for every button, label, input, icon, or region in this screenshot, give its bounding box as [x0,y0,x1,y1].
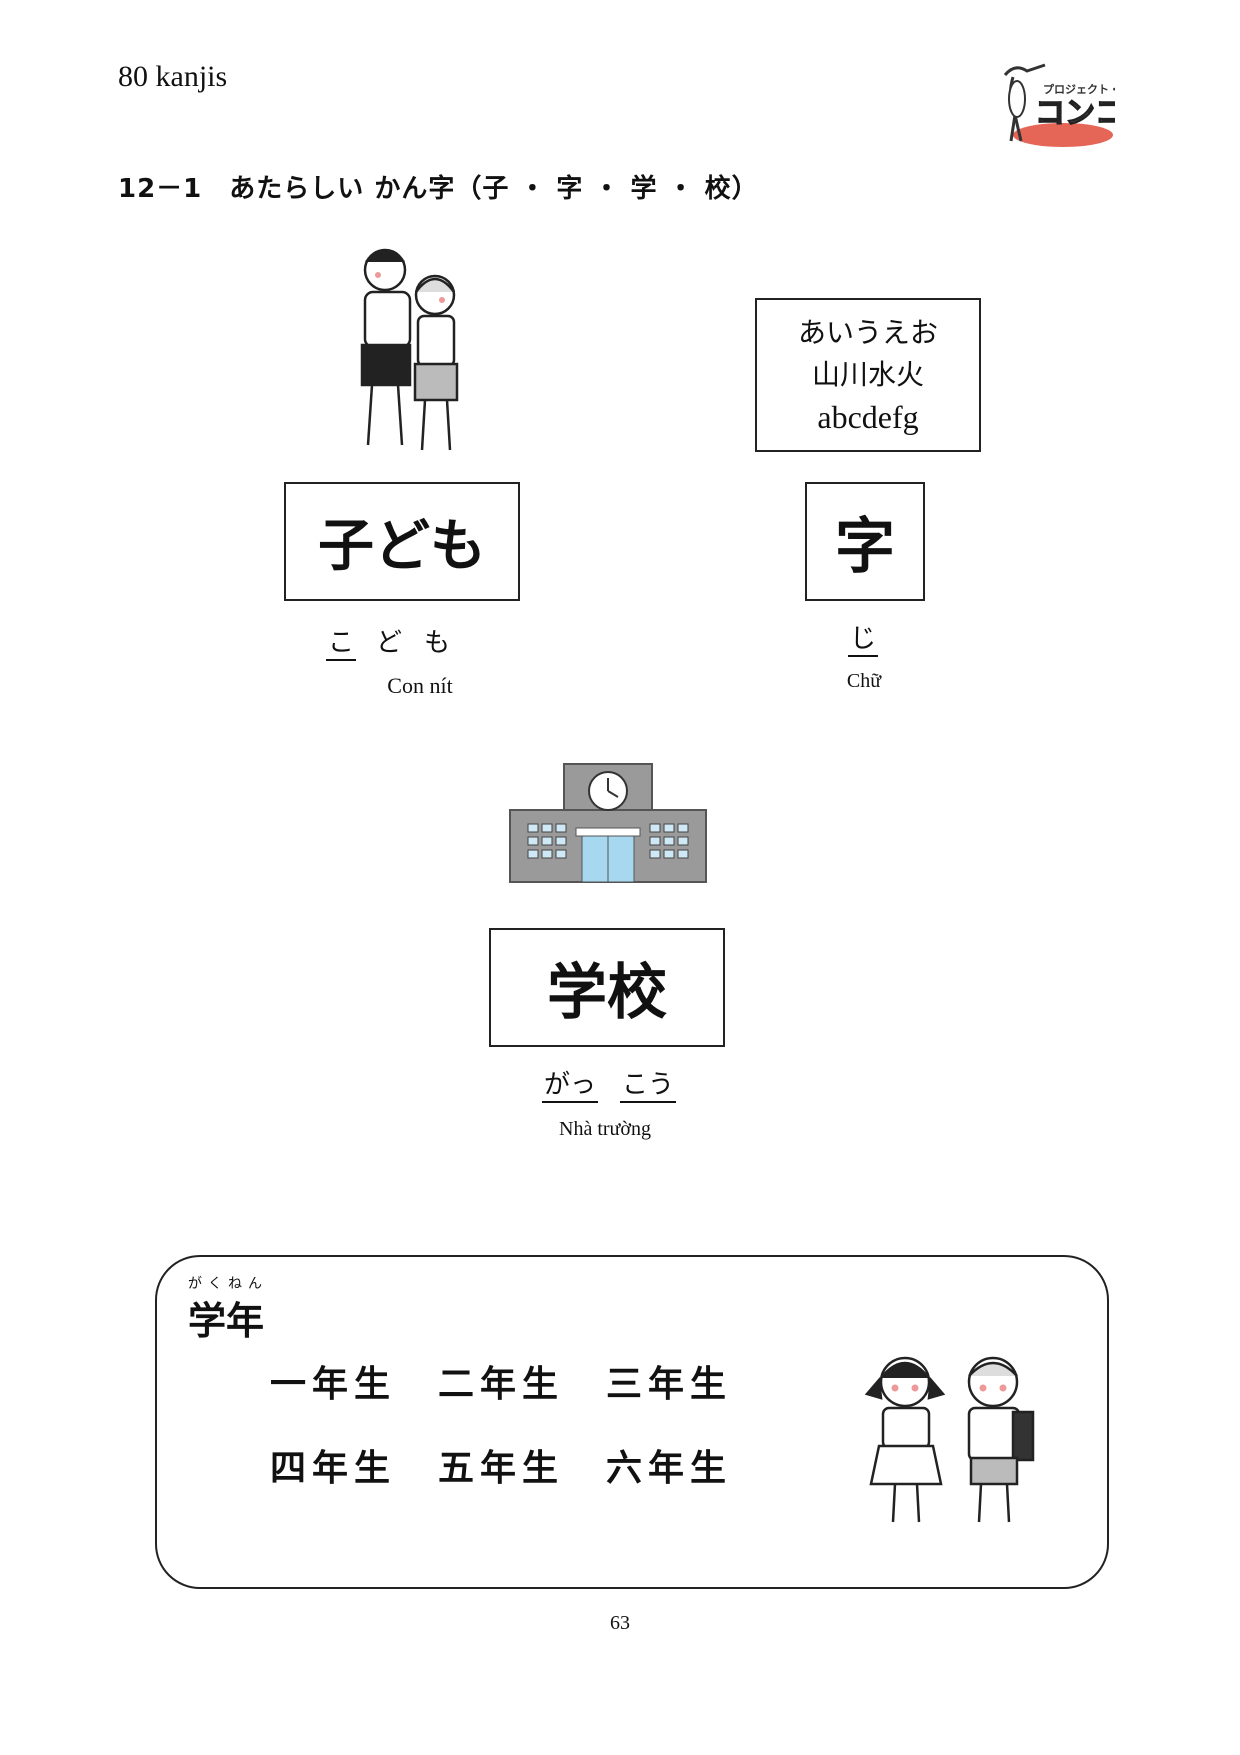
page-header-title: 80 kanjis [118,60,228,93]
svg-text:プロジェクト・: プロジェクト・ [1043,82,1115,96]
reading-char: ど [376,628,403,658]
children-illustration [340,240,480,460]
word-ji-reading: じ [848,618,879,657]
grade-item: 三年生 [606,1363,733,1405]
school-building-illustration [508,762,708,884]
reading-syllable: がっ [542,1064,599,1103]
reading-syllable: こう [620,1064,677,1103]
grade-item: 四年生 [270,1447,397,1489]
word-ji-meaning: Chữ [846,670,882,692]
word-kodomo-reading: こ ど も [326,622,452,661]
word-ji-kanji: 字 [835,512,895,582]
word-ji-box: 字 [805,482,925,601]
grade-item: 二年生 [438,1363,565,1405]
grade-item: 六年生 [606,1447,733,1489]
page-number: 63 [610,1612,630,1634]
grade-item: 一年生 [270,1363,397,1405]
word-kodomo-meaning: Con nít [387,673,453,698]
sample-alphabet: abcdefg [817,399,919,435]
character-sample-box: あいうえお 山川水火 abcdefg [755,298,981,452]
sample-kanji: 山川水火 [811,358,924,391]
word-kodomo-kanji: 子ども [318,513,486,579]
word-kodomo-box: 子ども [284,482,520,601]
section-title: 12－1 あたらしい かん字（子 ・ 字 ・ 学 ・ 校） [118,174,759,204]
reading-char: こ [326,622,357,661]
word-gakkou-box: 学校 [489,928,725,1047]
reading-char: も [424,628,451,658]
grade-title: 学年 [188,1298,265,1343]
grade-item: 五年生 [438,1447,565,1489]
sample-hiragana: あいうえお [797,316,938,349]
reading-char: じ [848,618,879,657]
students-illustration [845,1340,1050,1530]
word-gakkou-meaning: Nhà trường [559,1118,651,1140]
svg-text:コンコ: コンコ [1035,96,1115,131]
word-gakkou-kanji: 学校 [547,958,667,1028]
word-gakkou-reading: がっ こう [542,1064,677,1103]
project-logo: プロジェクト・ コンコ [985,55,1126,150]
grade-list: 一年生 二年生 三年生 四年生 五年生 六年生 [270,1355,774,1491]
